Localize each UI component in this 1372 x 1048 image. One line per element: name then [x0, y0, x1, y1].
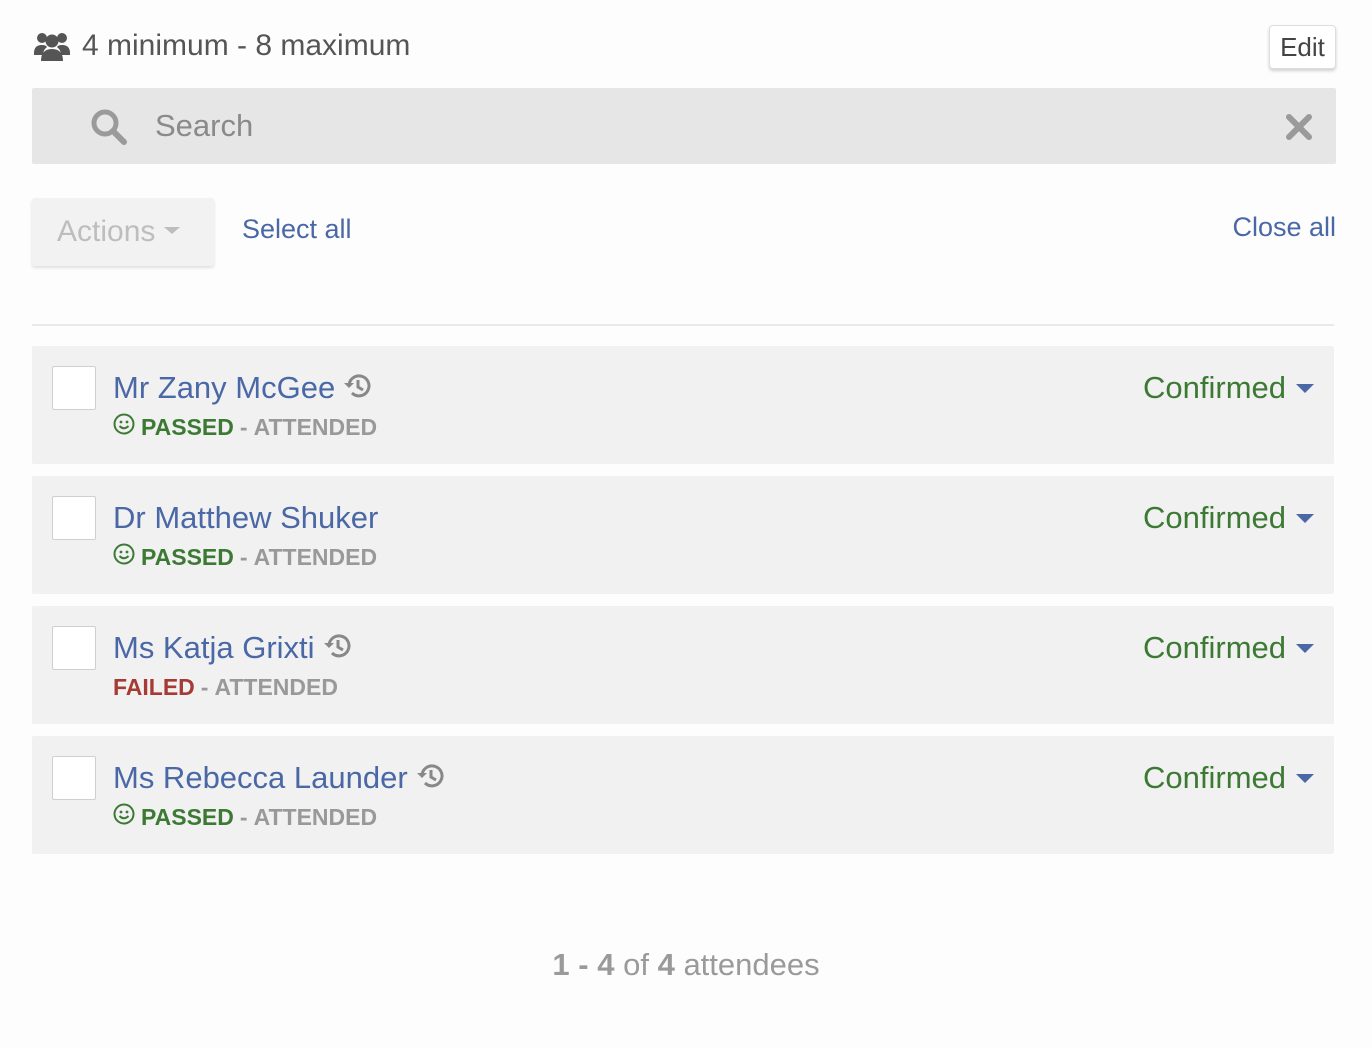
pager-of: of	[623, 947, 649, 982]
chevron-down-icon	[1296, 383, 1314, 393]
attendee-name-link[interactable]: Mr Zany McGee	[113, 370, 335, 406]
chevron-down-icon	[1296, 513, 1314, 523]
chevron-down-icon	[1296, 643, 1314, 653]
booking-status-dropdown[interactable]: Confirmed	[1143, 626, 1314, 670]
attendee-result-line: PASSED - ATTENDED	[113, 542, 377, 572]
smile-icon	[113, 413, 135, 441]
attendee-name-link[interactable]: Dr Matthew Shuker	[113, 500, 378, 536]
attendee-row: Ms Katja Grixti FAILED - ATTENDED Confir…	[32, 606, 1334, 724]
pager-total: 4	[657, 947, 675, 982]
booking-status-label: Confirmed	[1143, 370, 1286, 405]
capacity-text: 4 minimum - 8 maximum	[82, 29, 411, 62]
result-badge: PASSED	[141, 413, 234, 440]
pager-end: 4	[597, 947, 615, 982]
smile-icon	[113, 803, 135, 831]
booking-status-label: Confirmed	[1143, 630, 1286, 665]
search-bar	[32, 88, 1336, 164]
attendee-result-line: PASSED - ATTENDED	[113, 412, 377, 442]
edit-button[interactable]: Edit	[1269, 25, 1336, 69]
chevron-down-icon	[1296, 773, 1314, 783]
capacity-summary: 4 minimum - 8 maximum	[34, 26, 410, 66]
close-all-link[interactable]: Close all	[1232, 212, 1336, 243]
attendance-status: ATTENDED	[253, 543, 378, 570]
attendee-row: Mr Zany McGee PASSED - ATTENDED Confirme…	[32, 346, 1334, 464]
pager-start: 1	[552, 947, 570, 982]
attendance-status: ATTENDED	[214, 673, 338, 700]
history-icon[interactable]	[416, 761, 446, 796]
chevron-down-icon	[164, 226, 181, 234]
result-badge: PASSED	[141, 543, 234, 570]
attendee-name-line: Mr Zany McGee	[113, 366, 373, 410]
attendance-status: ATTENDED	[253, 413, 378, 440]
attendee-checkbox[interactable]	[52, 366, 96, 410]
history-icon[interactable]	[343, 371, 373, 406]
attendee-result-line: FAILED - ATTENDED	[113, 672, 338, 702]
separator: -	[239, 413, 248, 440]
attendee-name-link[interactable]: Ms Rebecca Launder	[113, 760, 408, 796]
attendees-panel: 4 minimum - 8 maximum Edit Actions Selec…	[0, 0, 1372, 1048]
pager-dash: -	[578, 947, 589, 982]
actions-dropdown-button[interactable]: Actions	[32, 198, 214, 266]
attendee-name-line: Ms Rebecca Launder	[113, 756, 446, 800]
attendee-name-line: Ms Katja Grixti	[113, 626, 353, 670]
search-input[interactable]	[155, 88, 1255, 164]
result-badge: FAILED	[113, 673, 195, 700]
pager-unit: attendees	[683, 947, 820, 982]
attendee-checkbox[interactable]	[52, 626, 96, 670]
booking-status-label: Confirmed	[1143, 760, 1286, 795]
attendee-checkbox[interactable]	[52, 496, 96, 540]
divider	[32, 324, 1334, 326]
booking-status-dropdown[interactable]: Confirmed	[1143, 366, 1314, 410]
search-icon	[90, 108, 128, 151]
smile-icon	[113, 543, 135, 571]
select-all-link[interactable]: Select all	[242, 214, 352, 245]
close-icon[interactable]	[1286, 114, 1312, 145]
attendance-status: ATTENDED	[253, 803, 378, 830]
history-icon[interactable]	[323, 631, 353, 666]
separator: -	[200, 673, 209, 700]
attendee-result-line: PASSED - ATTENDED	[113, 802, 377, 832]
separator: -	[239, 543, 248, 570]
result-badge: PASSED	[141, 803, 234, 830]
attendee-row: Dr Matthew Shuker PASSED - ATTENDED Conf…	[32, 476, 1334, 594]
attendee-list: Mr Zany McGee PASSED - ATTENDED Confirme…	[32, 346, 1334, 866]
separator: -	[239, 803, 248, 830]
users-icon	[34, 31, 70, 61]
attendee-name-link[interactable]: Ms Katja Grixti	[113, 630, 315, 666]
attendee-row: Ms Rebecca Launder PASSED - ATTENDED Con…	[32, 736, 1334, 854]
booking-status-dropdown[interactable]: Confirmed	[1143, 756, 1314, 800]
attendee-checkbox[interactable]	[52, 756, 96, 800]
attendee-name-line: Dr Matthew Shuker	[113, 496, 378, 540]
pagination-summary: 1 - 4 of 4 attendees	[0, 947, 1372, 983]
actions-label: Actions	[57, 215, 156, 248]
booking-status-label: Confirmed	[1143, 500, 1286, 535]
booking-status-dropdown[interactable]: Confirmed	[1143, 496, 1314, 540]
